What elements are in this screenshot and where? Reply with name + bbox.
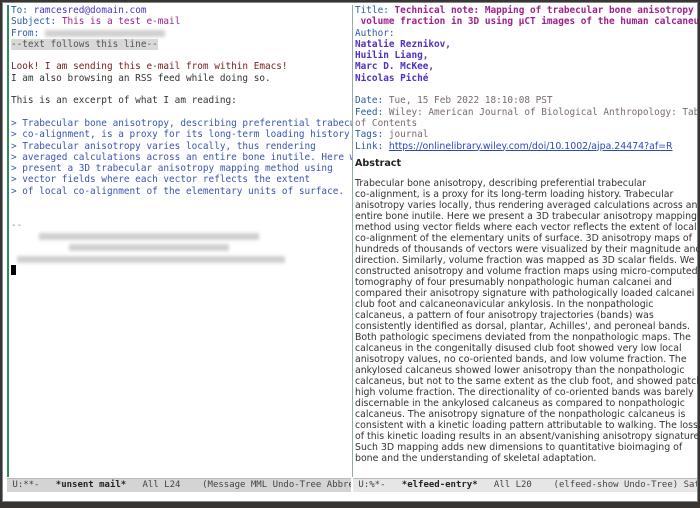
header-separator: --text follows this line-- (11, 38, 158, 51)
major-modes[interactable]: (Message MML Undo-Tree Abbrev (202, 480, 351, 490)
signature-redacted (39, 232, 259, 240)
text-cursor (11, 264, 16, 275)
abstract-text: Trabecular bone anisotropy, describing p… (355, 178, 698, 464)
quote-line: > present a 3D trabecular anisotropy map… (11, 163, 333, 175)
author: Nicolas Piché (355, 72, 429, 84)
elfeed-entry-pane[interactable]: Title: Technical note: Mapping of trabec… (352, 5, 698, 477)
author: Huilin Liang, (355, 50, 429, 62)
abstract-line: high volume fraction. The directionality… (355, 387, 694, 399)
echo-area[interactable] (3, 492, 697, 501)
abstract-line: method using vector fields where each ve… (355, 222, 697, 234)
title-label: Title: (355, 5, 389, 16)
author: Natalie Reznikov, (355, 38, 451, 50)
subject-field[interactable]: This is a test e-mail (62, 16, 181, 27)
abstract-line: co-alignment, is a proxy for its long-te… (355, 189, 674, 201)
buffer-name[interactable]: *elfeed-entry* (402, 480, 478, 490)
link-label: Link: (355, 140, 384, 152)
major-modes[interactable]: (elfeed-show Undo-Tree) Sat F (554, 480, 697, 490)
quote-line: > vector fields where each vector reflec… (11, 174, 311, 186)
abstract-line: calcaneus. The anisotropy signature of t… (355, 409, 686, 421)
buffer-position: All L20 (493, 480, 532, 490)
entry-tags: journal (388, 129, 429, 141)
mode-line-right[interactable]: U:%*- *elfeed-entry* All L20 (elfeed-sho… (353, 478, 697, 492)
buffer-position: All L24 (142, 480, 181, 490)
signature-separator: -- (11, 219, 23, 231)
buffer-status: U:**- (12, 480, 40, 490)
abstract-line: Such 3D mapping adds new dimensions to q… (355, 442, 683, 454)
signature-redacted (17, 255, 285, 263)
body-line: I am also browsing an RSS feed while doi… (11, 72, 271, 84)
date-label: Date: (355, 95, 384, 107)
abstract-line: anisotropy varies locally, thus renderin… (355, 200, 698, 212)
abstract-line: Trabecular bone anisotropy, describing p… (355, 178, 647, 190)
body-line: This is an excerpt of what I am reading: (11, 95, 237, 107)
abstract-line: hundreds of thousands of vectors were vi… (355, 244, 698, 256)
author-label: Author: (355, 27, 395, 39)
abstract-line: calcaneus in the congenitally disused cl… (355, 343, 682, 355)
entry-title: Technical note: Mapping of trabecular bo… (394, 5, 698, 16)
abstract-line: consistently identified as dorsal, plant… (355, 321, 690, 333)
to-field[interactable]: ramcesred@domain.com (34, 5, 147, 16)
entry-feed: Wiley: American Journal of Biological An… (388, 106, 698, 118)
abstract-line: calcaneus, but not to the same extent as… (355, 376, 698, 388)
feed-label: Feed: (355, 106, 384, 118)
abstract-line: discernable in the ankylosed calcaneus a… (355, 398, 685, 410)
author: Marc D. McKee, (355, 61, 435, 73)
entry-date: Tue, 15 Feb 2022 18:10:08 PST (388, 95, 553, 107)
from-label: From: (11, 27, 40, 39)
entry-feed-cont: of Contents (355, 117, 418, 129)
abstract-line: of this kinetic loading results in an ab… (355, 431, 698, 443)
abstract-line: compared their anisotropy signature with… (355, 288, 698, 300)
abstract-line: tomography of four presumably nonpatholo… (355, 277, 672, 289)
abstract-line: constructed anisotropy and volume fracti… (355, 266, 698, 278)
quote-line: > averaged calculations across an entire… (11, 151, 353, 163)
buffer-status: U:%*- (358, 480, 386, 490)
abstract-line: ankylosed calcaneus showed lower anisotr… (355, 365, 685, 377)
quote-line: > of local co-alignment of the elementar… (11, 185, 345, 197)
abstract-line: direction. Similarly, volume fraction wa… (355, 255, 695, 267)
abstract-line: consistent with a kinetic loading patter… (355, 420, 698, 432)
abstract-line: entire bone inutile. Here we present a 3… (355, 211, 697, 223)
body-line: Look! I am sending this e-mail from with… (11, 61, 288, 73)
abstract-line: Both pathologic specimens deviated from … (355, 332, 691, 344)
from-field-redacted[interactable] (44, 29, 165, 37)
abstract-line: anisotropy values, no co-oriented bands,… (355, 354, 687, 366)
quote-line: > Trabecular anisotropy varies locally, … (11, 140, 316, 152)
entry-link[interactable]: https://onlinelibrary.wiley.com/doi/10.1… (389, 141, 673, 152)
signature-redacted (69, 244, 229, 252)
abstract-line: bone and the understanding of skeletal a… (355, 453, 597, 465)
quote-line: > Trabecular bone anisotropy, describing… (11, 117, 353, 129)
entry-title-cont: volume fraction in 3D using μCT images o… (355, 16, 698, 28)
abstract-line: calcaneus, a pattern of four anisotropy … (355, 310, 654, 322)
subject-label: Subject: (11, 16, 57, 28)
message-compose-pane[interactable]: To: ramcesred@domain.com Subject: This i… (7, 5, 353, 477)
mode-line-left[interactable]: U:**- *unsent mail* All L24 (Message MML… (7, 478, 351, 492)
to-label: To: (11, 5, 28, 16)
abstract-line: club foot and calcaneonavicular ankylosi… (355, 299, 654, 311)
abstract-heading: Abstract (355, 157, 402, 169)
emacs-frame: To: ramcesred@domain.com Subject: This i… (2, 2, 698, 502)
buffer-name[interactable]: *unsent mail* (56, 480, 126, 490)
abstract-line: co-alignment of the elementary units of … (355, 233, 692, 245)
tags-label: Tags: (355, 129, 384, 141)
quote-line: > co-alignment, is a proxy for its long-… (11, 129, 353, 141)
